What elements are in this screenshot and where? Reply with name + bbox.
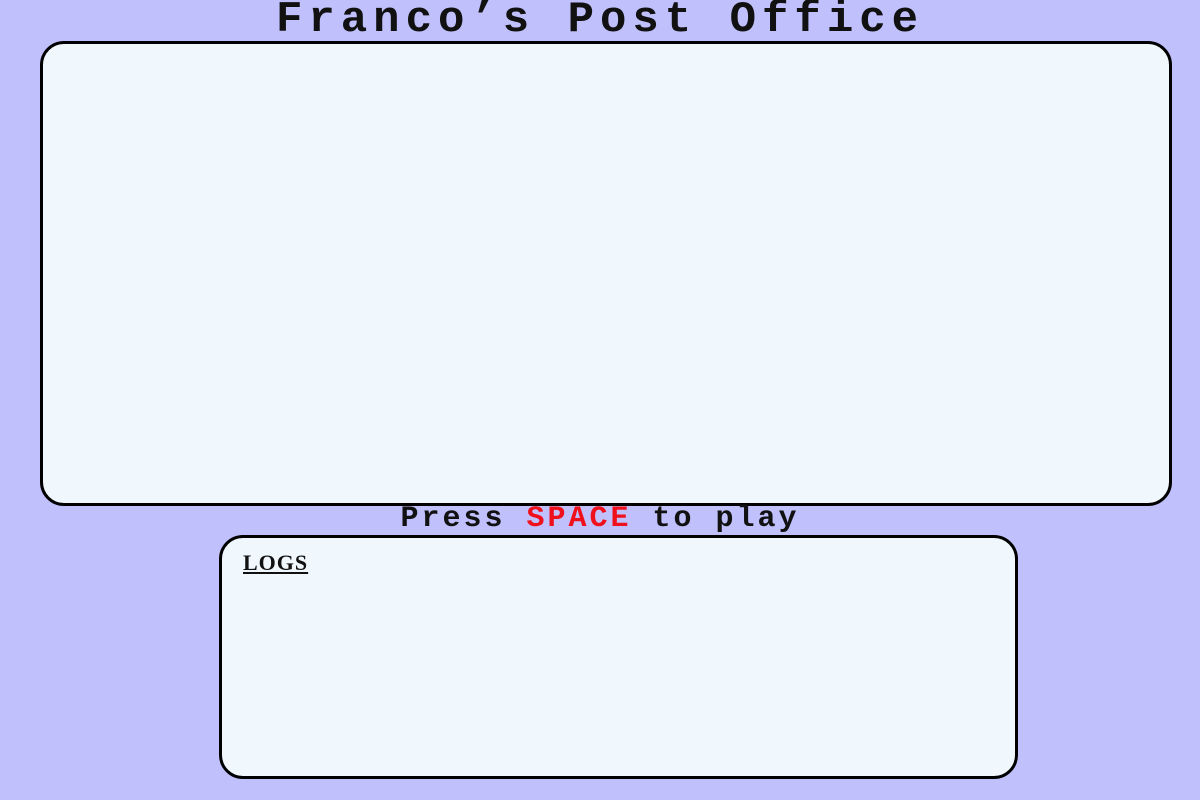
game-title: Franco’s Post Office — [275, 0, 925, 45]
logs-panel[interactable]: LOGS — [219, 535, 1018, 779]
game-canvas[interactable] — [40, 41, 1172, 506]
prompt-text-before: Press — [400, 502, 527, 536]
start-prompt: Press SPACE to play — [0, 503, 1200, 535]
logs-heading: LOGS — [243, 550, 309, 575]
prompt-key-space: SPACE — [526, 502, 632, 536]
prompt-text-after: to play — [631, 502, 800, 536]
